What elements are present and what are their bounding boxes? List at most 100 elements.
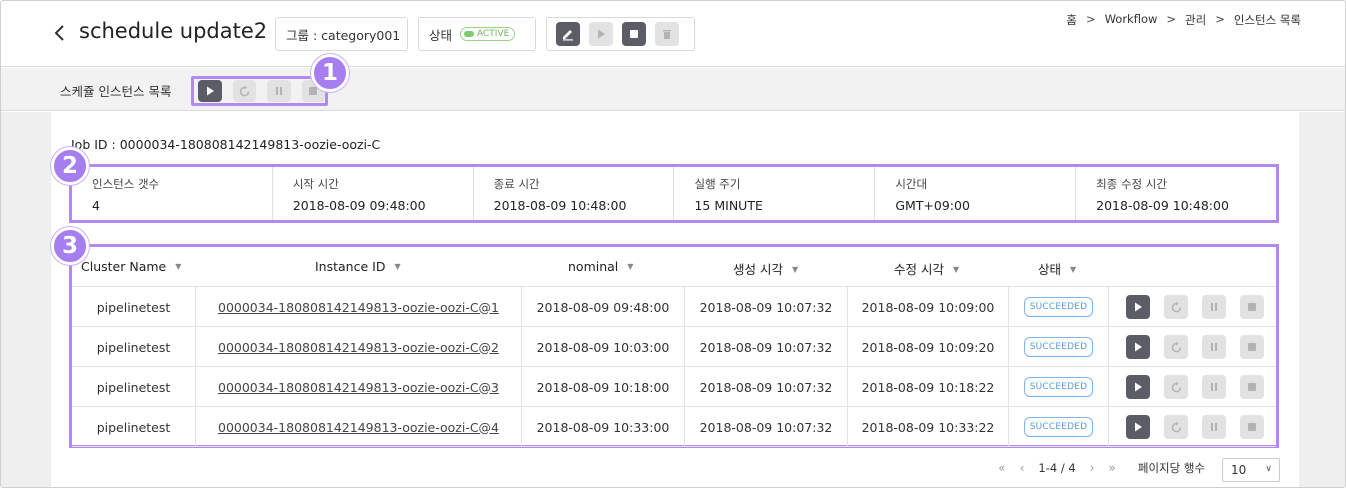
row-actions	[1126, 335, 1264, 359]
breadcrumb-instance-list: 인스턴스 목록	[1233, 13, 1301, 27]
table-row: pipelinetest 0000034-180808142149813-oozi…	[72, 287, 1276, 327]
cell-instance[interactable]: 0000034-180808142149813-oozie-oozi-C@3	[196, 367, 522, 407]
info-summary-highlight: 인스턴스 갯수 4 시작 시간 2018-08-09 09:48:00 종료 시…	[69, 164, 1279, 223]
per-page-select[interactable]: 10 ∨	[1222, 458, 1280, 482]
breadcrumb-separator-icon: >	[1085, 12, 1096, 26]
cell-cluster: pipelinetest	[72, 327, 196, 367]
last-page-icon[interactable]: »	[1109, 461, 1116, 475]
sort-caret-icon: ▼	[791, 265, 799, 274]
cell-instance[interactable]: 0000034-180808142149813-oozie-oozi-C@1	[196, 287, 522, 327]
info-value: 4	[92, 198, 100, 213]
cell-status: SUCCEEDED	[1009, 407, 1109, 447]
instance-table-highlight: Cluster Name ▼ Instance ID ▼ nominal ▼ 생성 시…	[69, 244, 1279, 448]
breadcrumb-workflow[interactable]: Workflow	[1105, 12, 1158, 28]
cell-status: SUCCEEDED	[1009, 367, 1109, 407]
play-icon	[1135, 302, 1142, 312]
info-label: 종료 시간	[493, 177, 540, 191]
play-icon	[1135, 342, 1142, 352]
row-rerun-button[interactable]	[1164, 375, 1188, 399]
stop-icon	[1248, 303, 1256, 311]
delete-button[interactable]	[655, 22, 679, 46]
row-rerun-button[interactable]	[1164, 335, 1188, 359]
row-rerun-button[interactable]	[1164, 415, 1188, 439]
info-end-time: 종료 시간 2018-08-09 10:48:00	[472, 167, 674, 220]
toolbar-actions-highlight	[191, 76, 328, 106]
chevron-down-icon: ∨	[1265, 464, 1272, 474]
cell-created: 2018-08-09 10:07:32	[685, 367, 848, 407]
info-timezone: 시간대 GMT+09:00	[874, 167, 1075, 220]
per-page-value: 10	[1231, 463, 1247, 477]
pause-icon	[1211, 303, 1217, 311]
info-last-modified: 최종 수정 시간 2018-08-09 10:48:00	[1075, 167, 1276, 220]
row-stop-button[interactable]	[1240, 415, 1264, 439]
callout-badge-2: 2	[51, 147, 89, 185]
row-run-button[interactable]	[1126, 415, 1150, 439]
cell-cluster: pipelinetest	[72, 407, 196, 447]
status-badge: ACTIVE	[460, 27, 516, 41]
column-header-created[interactable]: 생성 시각 ▼	[733, 259, 798, 278]
cell-created: 2018-08-09 10:07:32	[685, 407, 848, 447]
row-actions	[1126, 375, 1264, 399]
toolbar-run-button[interactable]	[198, 80, 222, 102]
row-run-button[interactable]	[1126, 375, 1150, 399]
back-button[interactable]	[51, 21, 69, 45]
info-value: 2018-08-09 10:48:00	[1096, 198, 1229, 213]
edit-button[interactable]	[556, 22, 580, 46]
next-page-icon[interactable]: ›	[1090, 461, 1095, 475]
sort-caret-icon: ▼	[394, 262, 401, 271]
info-value: 2018-08-09 09:48:00	[292, 198, 426, 213]
row-pause-button[interactable]	[1202, 335, 1226, 359]
cell-nominal: 2018-08-09 10:03:00	[522, 327, 685, 367]
status-badge: SUCCEEDED	[1023, 377, 1094, 397]
table-header: Cluster Name ▼ Instance ID ▼ nominal ▼ 생성 시…	[72, 247, 1276, 287]
row-stop-button[interactable]	[1240, 335, 1264, 359]
cell-cluster: pipelinetest	[72, 287, 196, 327]
cell-instance[interactable]: 0000034-180808142149813-oozie-oozi-C@4	[196, 407, 522, 447]
breadcrumb-separator-icon: >	[1215, 12, 1225, 26]
row-run-button[interactable]	[1126, 335, 1150, 359]
prev-page-icon[interactable]: ‹	[1020, 461, 1025, 475]
info-frequency: 실행 주기 15 MINUTE	[673, 167, 874, 220]
breadcrumb-home[interactable]: 홈	[1066, 12, 1077, 28]
row-rerun-button[interactable]	[1164, 295, 1188, 319]
cell-modified: 2018-08-09 10:09:20	[848, 327, 1009, 367]
status-badge: SUCCEEDED	[1023, 297, 1094, 317]
breadcrumb-manage[interactable]: 관리	[1185, 12, 1206, 28]
toolbar-pause-button[interactable]	[267, 80, 291, 102]
pause-icon	[1211, 423, 1217, 431]
column-header-status[interactable]: 상태 ▼	[1038, 259, 1076, 278]
status-badge: SUCCEEDED	[1023, 417, 1094, 437]
header-actions	[546, 17, 695, 51]
row-pause-button[interactable]	[1202, 415, 1226, 439]
info-instance-count: 인스턴스 갯수 4	[72, 167, 272, 220]
run-button[interactable]	[589, 22, 613, 46]
cell-instance[interactable]: 0000034-180808142149813-oozie-oozi-C@2	[196, 327, 522, 367]
sort-caret-icon: ▼	[627, 262, 634, 271]
rerun-icon	[239, 85, 250, 96]
column-header-instance-id[interactable]: Instance ID ▼	[315, 259, 401, 274]
per-page-label: 페이지당 행수	[1137, 461, 1205, 475]
column-header-modified[interactable]: 수정 시각 ▼	[894, 259, 959, 278]
row-pause-button[interactable]	[1202, 375, 1226, 399]
status-badge: SUCCEEDED	[1023, 337, 1094, 357]
info-value: 2018-08-09 10:48:00	[493, 198, 627, 213]
column-header-cluster[interactable]: Cluster Name ▼	[81, 259, 181, 274]
pause-icon	[1211, 343, 1217, 351]
cell-modified: 2018-08-09 10:18:22	[848, 367, 1009, 407]
stop-button[interactable]	[622, 22, 646, 46]
cell-modified: 2018-08-09 10:09:00	[848, 287, 1009, 327]
toolbar-rerun-button[interactable]	[232, 80, 256, 102]
info-value: GMT+09:00	[895, 198, 970, 213]
group-text: 그룹 : category001	[286, 27, 401, 43]
row-stop-button[interactable]	[1240, 295, 1264, 319]
first-page-icon[interactable]: «	[998, 461, 1005, 475]
row-stop-button[interactable]	[1240, 375, 1264, 399]
stop-icon	[630, 30, 638, 38]
cell-nominal: 2018-08-09 10:33:00	[522, 407, 685, 447]
info-label: 최종 수정 시간	[1096, 177, 1167, 191]
info-label: 실행 주기	[694, 177, 741, 191]
stop-icon	[1248, 383, 1256, 391]
column-header-nominal[interactable]: nominal ▼	[568, 259, 633, 274]
row-run-button[interactable]	[1126, 295, 1150, 319]
row-pause-button[interactable]	[1202, 295, 1226, 319]
